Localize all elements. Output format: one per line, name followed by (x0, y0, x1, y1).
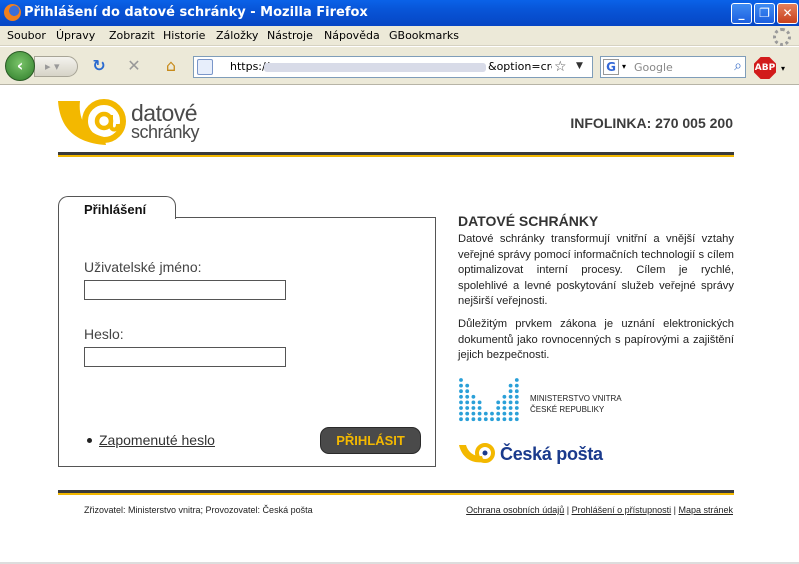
ministerstvo-vnitra-logo-icon[interactable] (458, 377, 520, 423)
search-box[interactable]: G ▾ Google ⌕ (600, 56, 746, 78)
datove-schranky-logo-icon[interactable] (58, 99, 128, 145)
password-input[interactable] (84, 347, 286, 367)
footer-divider (58, 490, 734, 495)
sidebar-title: DATOVÉ SCHRÁNKY (458, 213, 599, 229)
search-icon[interactable]: ⌕ (734, 58, 742, 74)
tab-label: Přihlášení (84, 202, 147, 217)
url-redacted (264, 63, 486, 72)
footer-operator-text: Zřizovatel: Ministerstvo vnitra; Provozo… (84, 505, 313, 515)
firefox-icon (4, 4, 21, 21)
login-button[interactable]: PŘIHLÁSIT (320, 427, 421, 454)
back-button[interactable]: ‹ (5, 51, 35, 81)
menu-gbookmarks[interactable]: GBookmarks (389, 29, 459, 42)
list-bullet (87, 438, 92, 443)
url-suffix: &option=cre (488, 60, 552, 73)
reload-icon[interactable]: ↻ (90, 57, 108, 75)
username-input[interactable] (84, 280, 286, 300)
adblock-icon[interactable]: ABP (754, 57, 776, 79)
loading-spinner-icon (773, 28, 791, 46)
stop-icon[interactable]: ✕ (125, 57, 143, 75)
page-content: datové schránky INFOLINKA: 270 005 200 P… (0, 86, 799, 564)
ceska-posta-name[interactable]: Česká pošta (500, 444, 603, 465)
sidebar-paragraph-2: Důležitým prvkem zákona je uznání elektr… (458, 318, 734, 361)
password-label: Heslo: (84, 326, 124, 342)
ministerstvo-vnitra-text: MINISTERSTVO VNITRA ČESKÉ REPUBLIKY (530, 393, 622, 415)
bookmark-star-icon[interactable]: ☆ (554, 59, 567, 75)
footer-link-privacy[interactable]: Ochrana osobních údajů (466, 505, 564, 515)
menu-soubor[interactable]: Soubor (7, 29, 46, 42)
header-divider (58, 152, 734, 157)
sidebar-paragraph-1: Datové schránky transformují vnitřní a v… (458, 233, 734, 307)
menu-zalozky[interactable]: Záložky (216, 29, 258, 42)
adblock-dropdown-icon[interactable]: ▾ (781, 64, 785, 73)
navigation-toolbar: ▸ ▾ ‹ ↻ ✕ ⌂ https:// &option=cre ☆ ▼ G ▾… (0, 47, 799, 85)
search-placeholder: Google (634, 61, 673, 74)
menu-nastroje[interactable]: Nástroje (267, 29, 313, 42)
menu-bar: Soubor Úpravy Zobrazit Historie Záložky … (0, 26, 799, 46)
menu-napoveda[interactable]: Nápověda (324, 29, 380, 42)
menu-zobrazit[interactable]: Zobrazit (109, 29, 155, 42)
window-titlebar: Přihlášení do datové schránky - Mozilla … (0, 0, 799, 26)
url-bar[interactable]: https:// &option=cre ☆ ▼ (193, 56, 593, 78)
window-title: Přihlášení do datové schránky - Mozilla … (24, 5, 368, 20)
forward-button[interactable]: ▸ ▾ (34, 56, 78, 77)
ceska-posta-horn-icon[interactable] (458, 442, 498, 466)
infolinka: INFOLINKA: 270 005 200 (570, 115, 733, 131)
maximize-button[interactable]: ❐ (754, 3, 775, 24)
footer-link-accessibility[interactable]: Prohlášení o přístupnosti (572, 505, 672, 515)
menu-upravy[interactable]: Úpravy (56, 29, 95, 42)
close-button[interactable]: ✕ (777, 3, 798, 24)
footer-separator: | (564, 505, 572, 515)
footer-link-sitemap[interactable]: Mapa stránek (678, 505, 733, 515)
logo-text-line2: schránky (131, 122, 200, 142)
home-icon[interactable]: ⌂ (162, 57, 180, 75)
mv-line1: MINISTERSTVO VNITRA (530, 394, 622, 403)
menu-historie[interactable]: Historie (163, 29, 205, 42)
tab-prihlaseni[interactable]: Přihlášení (58, 196, 176, 219)
google-engine-icon[interactable]: G (603, 59, 619, 75)
url-dropdown-icon[interactable]: ▼ (576, 61, 583, 71)
mv-line2: ČESKÉ REPUBLIKY (530, 405, 605, 414)
forgot-password-link[interactable]: Zapomenuté heslo (99, 432, 215, 448)
page-icon (197, 59, 213, 75)
minimize-button[interactable]: _ (731, 3, 752, 24)
footer-links: Ochrana osobních údajů | Prohlášení o př… (466, 505, 733, 515)
engine-dropdown-icon[interactable]: ▾ (622, 62, 626, 71)
username-label: Uživatelské jméno: (84, 259, 202, 275)
